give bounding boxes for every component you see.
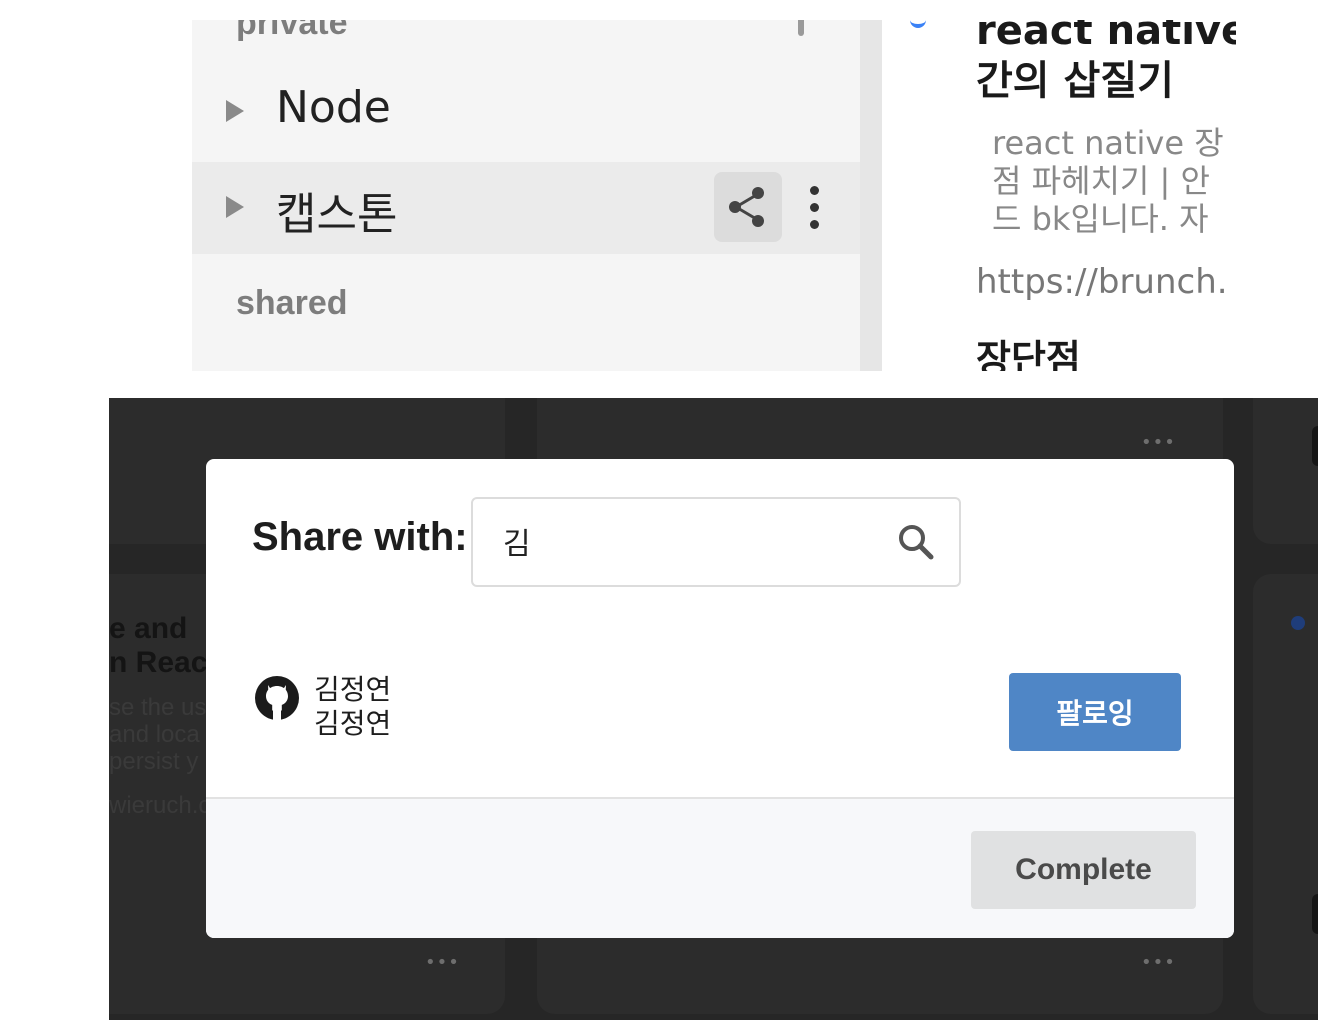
user-name: 김정연 — [314, 673, 392, 706]
card-more-icon: ••• — [1141, 952, 1176, 973]
card-more-icon: ••• — [1141, 432, 1176, 453]
bullet-icon — [1291, 616, 1305, 630]
tree-item-capstone[interactable]: 캡스톤 — [192, 162, 860, 254]
doc-excerpt-line: 점 파헤치기 | 안 — [992, 162, 1210, 200]
doc-heading: 장단점 — [976, 337, 1081, 371]
doc-title: react native 간의 삽질기 — [976, 20, 1236, 106]
section-label-shared: shared — [236, 284, 348, 322]
share-modal: Share with: 김정연 김정연 팔로잉 Complete — [206, 459, 1234, 938]
card-title-line: e and — [109, 612, 188, 645]
doc-excerpt-line: 드 bk입니다. 자 — [992, 200, 1209, 238]
user-result-row: 김정연 김정연 팔로잉 — [252, 669, 1182, 759]
share-icon — [729, 187, 764, 227]
card-excerpt-line: persist y — [109, 748, 199, 775]
tree-item-label: Node — [276, 82, 391, 133]
card-excerpt-line: se the us — [109, 694, 207, 721]
sidebar: private Node 캡스톤 shared — [192, 20, 860, 371]
card-title: e and n React — [109, 612, 217, 680]
document-preview: react native 간의 삽질기 react native 장 점 파헤치… — [896, 20, 1236, 371]
card-excerpt: se the us and loca persist y — [109, 694, 206, 775]
doc-title-line: react native — [976, 20, 1236, 54]
doc-link[interactable]: https://brunch. — [976, 262, 1228, 302]
background-card — [1253, 398, 1318, 544]
tree-item-node[interactable]: Node — [192, 66, 860, 158]
expand-caret-icon[interactable] — [226, 196, 244, 218]
doc-title-line: 간의 삽질기 — [976, 58, 1174, 104]
modal-footer: Complete — [206, 797, 1234, 938]
sidebar-divider[interactable] — [860, 20, 882, 371]
github-icon — [255, 676, 299, 721]
modal-title: Share with: — [252, 515, 468, 559]
card-url: wieruch.c — [109, 792, 211, 819]
complete-button[interactable]: Complete — [971, 831, 1196, 909]
edge-marker — [1312, 426, 1318, 466]
doc-excerpt: react native 장 점 파헤치기 | 안 드 bk입니다. 자 — [992, 124, 1224, 238]
scroll-marker — [798, 20, 804, 36]
section-label-private: private — [236, 20, 348, 42]
bullet-icon — [910, 20, 926, 28]
card-title-line: n React — [109, 646, 218, 679]
background-card — [1253, 574, 1318, 1014]
top-screenshot-panel: private Node 캡스톤 shared react native 간의 … — [192, 20, 1236, 371]
expand-caret-icon[interactable] — [226, 100, 244, 122]
card-more-icon: ••• — [425, 952, 460, 973]
tree-item-label: 캡스톤 — [276, 189, 398, 240]
card-excerpt-line: and loca — [109, 721, 200, 748]
doc-excerpt-line: react native 장 — [992, 124, 1224, 162]
search-icon[interactable] — [895, 521, 937, 563]
more-options-icon[interactable] — [804, 186, 824, 230]
search-input[interactable] — [503, 515, 883, 567]
edge-marker — [1312, 894, 1318, 934]
user-login: 김정연 — [314, 707, 392, 740]
search-field[interactable] — [471, 497, 961, 587]
share-button[interactable] — [714, 172, 782, 242]
follow-button[interactable]: 팔로잉 — [1009, 673, 1181, 751]
